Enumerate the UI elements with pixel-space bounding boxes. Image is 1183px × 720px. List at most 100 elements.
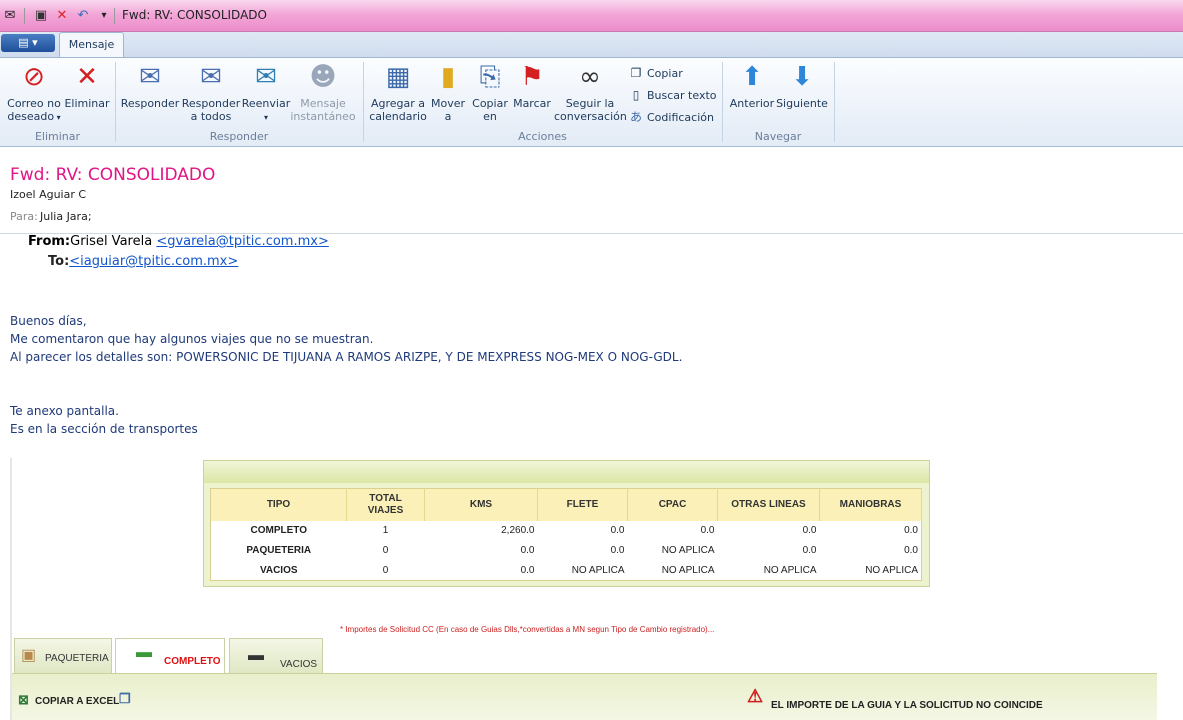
from-label: From:: [28, 234, 71, 249]
table-cell: 0: [382, 545, 389, 556]
copy-label: Copiar: [647, 67, 683, 80]
flag-label: Marcar: [513, 97, 551, 110]
arrow-down-icon: ⬇: [791, 62, 813, 92]
table-cell: NO APLICA: [661, 545, 715, 556]
table-cell: 0.0: [610, 545, 625, 556]
divider: [834, 62, 835, 142]
document-icon: ▯: [632, 88, 640, 102]
column-header: KMS: [424, 488, 538, 521]
panel-header-bar: [204, 461, 929, 483]
column-header: TIPO: [210, 488, 347, 521]
from-name: Grisel Varela: [70, 234, 153, 249]
add-calendar-label: Agregar a calendario: [369, 97, 427, 123]
ribbon: ⊘ Correo no deseado ▾ ✕ Eliminar Elimina…: [0, 57, 1183, 147]
calendar-icon: ▦: [385, 62, 411, 92]
body-line: Es en la sección de transportes: [10, 422, 198, 436]
window-title: Fwd: RV: CONSOLIDADO: [122, 8, 267, 22]
table-cell: 0.0: [520, 564, 535, 576]
forward-icon: ✉: [255, 62, 277, 92]
move-to-button[interactable]: ▮ Mover a: [428, 61, 468, 123]
forward-button[interactable]: ✉ Reenviar ▾: [240, 61, 292, 124]
from-email-link[interactable]: <gvarela@tpitic.com.mx>: [156, 234, 329, 249]
reply-button[interactable]: ✉ Responder: [120, 61, 180, 110]
tab-vacios[interactable]: ▬ VACIOS: [229, 638, 323, 673]
arrow-up-icon: ⬆: [741, 62, 763, 92]
reply-icon[interactable]: ↶: [75, 8, 91, 24]
chevron-down-icon[interactable]: ▾: [96, 8, 112, 24]
body-line: Te anexo pantalla.: [10, 404, 119, 418]
summary-panel: TIPO TOTAL VIAJES KMS FLETE CPAC OTRAS L…: [203, 460, 930, 587]
tab-mensaje[interactable]: Mensaje: [59, 32, 124, 58]
warning-icon: ⚠: [747, 686, 764, 706]
title-bar: ✉ ▣ ✕ ↶ ▾ Fwd: RV: CONSOLIDADO: [0, 0, 1183, 32]
body-line: Me comentaron que hay algunos viajes que…: [10, 332, 374, 346]
table-cell: 0.0: [520, 545, 535, 556]
package-icon: ▣: [21, 647, 37, 664]
reply-all-label: Responder a todos: [181, 97, 241, 123]
junk-mail-label: Correo no deseado: [7, 97, 61, 123]
to-label: Para:: [10, 210, 38, 223]
column-header: OTRAS LINEAS: [717, 488, 820, 521]
reply-all-button[interactable]: ✉ Responder a todos: [180, 61, 242, 123]
reply-label: Responder: [120, 97, 180, 110]
find-text-button[interactable]: ▯ Buscar texto: [628, 87, 717, 104]
watch-conversation-button[interactable]: ∞ Seguir la conversación: [554, 61, 627, 123]
footnote: * Importes de Solicitud CC (En caso de G…: [340, 625, 715, 634]
table-cell: NO APLICA: [661, 564, 715, 576]
column-header: MANIOBRAS: [819, 488, 922, 521]
table-cell: PAQUETERIA: [246, 545, 312, 556]
table-cell: 0.0: [802, 545, 817, 556]
column-header: CPAC: [627, 488, 718, 521]
summary-table: TIPO TOTAL VIAJES KMS FLETE CPAC OTRAS L…: [210, 488, 922, 581]
tab-completo-label: COMPLETO: [164, 656, 221, 667]
table-row: COMPLETO 1 2,260.0 0.0 0.0 0.0 0.0: [211, 521, 922, 541]
table-cell: 2,260.0: [501, 525, 535, 536]
table-row: VACIOS 0 0.0 NO APLICA NO APLICA NO APLI…: [211, 561, 922, 581]
move-to-label: Mover a: [430, 97, 466, 123]
copy-button[interactable]: ❐ Copiar: [628, 65, 683, 82]
excel-icon: ⊠: [18, 692, 29, 707]
encoding-button[interactable]: あ Codificación: [628, 109, 714, 126]
delete-label: Eliminar: [64, 97, 110, 110]
screenshot-footer-bar: ⊠ COPIAR A EXCEL ❐ ⚠ EL IMPORTE DE LA GU…: [12, 673, 1157, 720]
copy-to-button[interactable]: ⎘ Copiar en: [468, 61, 512, 123]
copy-excel-button[interactable]: COPIAR A EXCEL: [35, 696, 119, 707]
message-header: Fwd: RV: CONSOLIDADO Izoel Aguiar C Para…: [0, 148, 1183, 234]
save-icon[interactable]: ▣: [33, 8, 49, 24]
to2-label: To:: [48, 254, 70, 269]
message-sender[interactable]: Izoel Aguiar C: [10, 188, 86, 201]
forwarded-to: To:<iaguiar@tpitic.com.mx>: [48, 254, 238, 269]
group-acciones: ▦ Agregar a calendario ▮ Mover a ⎘ Copia…: [364, 61, 721, 145]
body-line: Buenos días,: [10, 314, 87, 328]
flag-button[interactable]: ⚑ Marcar: [512, 61, 552, 110]
group-label-acciones: Acciones: [518, 130, 567, 143]
group-label-responder: Responder: [209, 130, 269, 143]
previous-button[interactable]: ⬆ Anterior: [727, 61, 777, 110]
add-calendar-button[interactable]: ▦ Agregar a calendario: [368, 61, 428, 123]
instant-message-label: Mensaje instantáneo: [290, 97, 356, 123]
delete-icon[interactable]: ✕: [54, 8, 70, 24]
divider: [114, 8, 115, 24]
people-icon: ☻: [309, 62, 337, 92]
glasses-icon: ∞: [579, 62, 601, 92]
tab-paqueteria[interactable]: ▣ PAQUETERIA: [14, 638, 112, 673]
encoding-label: Codificación: [647, 111, 714, 124]
column-header: FLETE: [537, 488, 628, 521]
instant-message-button[interactable]: ☻ Mensaje instantáneo: [290, 61, 356, 123]
previous-label: Anterior: [729, 97, 775, 110]
next-button[interactable]: ⬇ Siguiente: [775, 61, 829, 110]
app-menu-button[interactable]: ▤ ▾: [1, 34, 55, 52]
table-cell: NO APLICA: [571, 564, 625, 576]
to-recipient[interactable]: Julia Jara;: [40, 210, 92, 223]
delete-button[interactable]: ✕ Eliminar: [62, 61, 112, 110]
block-icon: ⊘: [23, 62, 45, 92]
to-email-link[interactable]: <iaguiar@tpitic.com.mx>: [69, 254, 238, 269]
junk-mail-button[interactable]: ⊘ Correo no deseado ▾: [4, 61, 64, 124]
warning-message: EL IMPORTE DE LA GUIA Y LA SOLICITUD NO …: [771, 700, 1043, 711]
copy-icon: ❐: [630, 66, 642, 80]
table-cell: 0.0: [700, 525, 715, 536]
group-label-eliminar: Eliminar: [34, 130, 81, 143]
watch-conversation-label: Seguir la conversación: [554, 97, 627, 123]
copy-document-icon: ⎘: [479, 62, 501, 92]
tab-completo[interactable]: ▬ COMPLETO: [115, 638, 225, 673]
